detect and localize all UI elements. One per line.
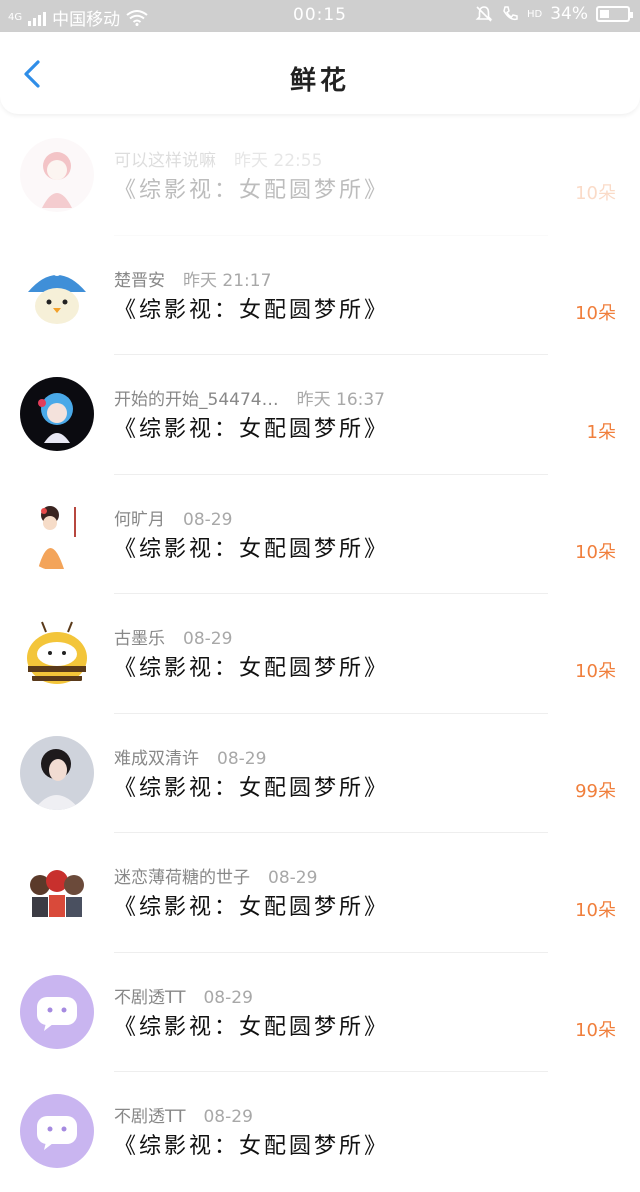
battery-percent: 34% [550,4,588,24]
sender-name[interactable]: 开始的开始_54474… [114,390,279,410]
status-right: HD 34% [475,4,633,24]
avatar[interactable] [20,616,94,690]
sender-meta: 可以这样说嘛 昨天 22:55 [114,146,322,171]
status-bar: 4G 中国移动 00:15 HD 34% [0,0,640,32]
avatar-bee-icon [20,616,94,690]
book-title: 《综影视：女配圆梦所》 [114,1014,390,1040]
list-item[interactable]: 难成双清许 08-29 《综影视：女配圆梦所》 99朵 [0,714,640,833]
sender-name[interactable]: 不剧透TT [114,988,185,1008]
book-title: 《综影视：女配圆梦所》 [114,536,390,562]
gift-time: 08-29 [268,868,318,888]
book-title: 《综影视：女配圆梦所》 [114,297,390,323]
avatar[interactable] [20,735,94,810]
gift-time: 08-29 [183,629,233,649]
sender-name[interactable]: 迷恋薄荷糖的世子 [114,868,250,888]
avatar-chibi-group-icon [20,855,94,929]
list-item[interactable]: 可以这样说嘛 昨天 22:55 《综影视：女配圆梦所》 10朵 [0,116,640,236]
flower-count: 99朵 [575,780,616,802]
gift-time: 08-29 [203,1107,253,1127]
avatar[interactable] [20,377,94,451]
list-item[interactable]: 楚晋安 昨天 21:17 《综影视：女配圆梦所》 10朵 [0,236,640,355]
sender-meta: 难成双清许 08-29 [114,744,266,769]
gift-time: 昨天 16:37 [296,390,385,410]
sender-meta: 不剧透TT 08-29 [114,983,253,1008]
book-title: 《综影视：女配圆梦所》 [114,178,390,203]
bell-mute-icon [475,6,493,22]
flower-count: 10朵 [575,541,616,563]
avatar-default-chat-icon [20,974,94,1049]
avatar[interactable] [20,138,94,212]
gift-time: 08-29 [217,748,267,769]
list-item[interactable]: 迷恋薄荷糖的世子 08-29 《综影视：女配圆梦所》 10朵 [0,833,640,953]
avatar-anime-blue-hair-icon [20,377,94,451]
list-item[interactable]: 古墨乐 08-29 《综影视：女配圆梦所》 10朵 [0,594,640,714]
sender-meta: 楚晋安 昨天 21:17 [114,266,271,291]
gift-time: 08-29 [203,987,253,1008]
flower-gift-list: 可以这样说嘛 昨天 22:55 《综影视：女配圆梦所》 10朵 楚晋安 昨天 21:… [0,116,640,1192]
sender-name[interactable]: 可以这样说嘛 [114,151,216,171]
nav-header: 鲜花 [0,32,640,114]
avatar-photo-girl-icon [20,735,94,810]
flower-count: 10朵 [575,661,616,682]
page-title: 鲜花 [289,66,350,96]
list-item[interactable]: 开始的开始_54474… 昨天 16:37 《综影视：女配圆梦所》 1朵 [0,355,640,475]
avatar-traditional-lady-icon [20,496,94,571]
sender-meta: 开始的开始_54474… 昨天 16:37 [114,385,385,410]
sender-name[interactable]: 古墨乐 [114,629,165,649]
avatar-girl-red-hair-icon [20,138,94,212]
list-item[interactable]: 不剧透TT 08-29 《综影视：女配圆梦所》 10朵 [0,953,640,1072]
avatar[interactable] [20,1094,94,1168]
sender-meta: 古墨乐 08-29 [114,624,232,649]
avatar[interactable] [20,496,94,571]
book-title: 《综影视：女配圆梦所》 [114,775,390,801]
sender-name[interactable]: 楚晋安 [114,271,165,291]
book-title: 《综影视：女配圆梦所》 [114,895,390,920]
flower-count: 1朵 [586,422,616,443]
sender-meta: 何旷月 08-29 [114,505,232,530]
flower-count: 10朵 [575,183,616,204]
sender-meta: 不剧透TT 08-29 [114,1102,253,1127]
book-title: 《综影视：女配圆梦所》 [114,656,390,681]
book-title: 《综影视：女配圆梦所》 [114,417,390,442]
flower-count: 10朵 [575,1019,616,1041]
list-item[interactable]: 不剧透TT 08-29 《综影视：女配圆梦所》 [0,1072,640,1192]
flower-count: 10朵 [575,302,616,324]
avatar-penguin-icon [20,257,94,332]
list-item[interactable]: 何旷月 08-29 《综影视：女配圆梦所》 10朵 [0,475,640,594]
avatar[interactable] [20,257,94,332]
sender-meta: 迷恋薄荷糖的世子 08-29 [114,863,317,888]
gift-time: 昨天 21:17 [183,270,272,291]
avatar[interactable] [20,855,94,929]
battery-fill [600,10,609,18]
hd-label: HD [526,8,543,20]
avatar[interactable] [20,974,94,1049]
battery-icon [596,6,633,22]
gift-time: 08-29 [183,509,233,530]
flower-count: 10朵 [575,900,616,921]
avatar-default-chat-icon [20,1094,94,1168]
gift-time: 昨天 22:55 [234,151,323,171]
sender-name[interactable]: 不剧透TT [114,1107,185,1127]
book-title: 《综影视：女配圆梦所》 [114,1134,390,1159]
sender-name[interactable]: 何旷月 [114,510,165,530]
sender-name[interactable]: 难成双清许 [114,749,199,769]
call-hd-icon [503,6,518,21]
